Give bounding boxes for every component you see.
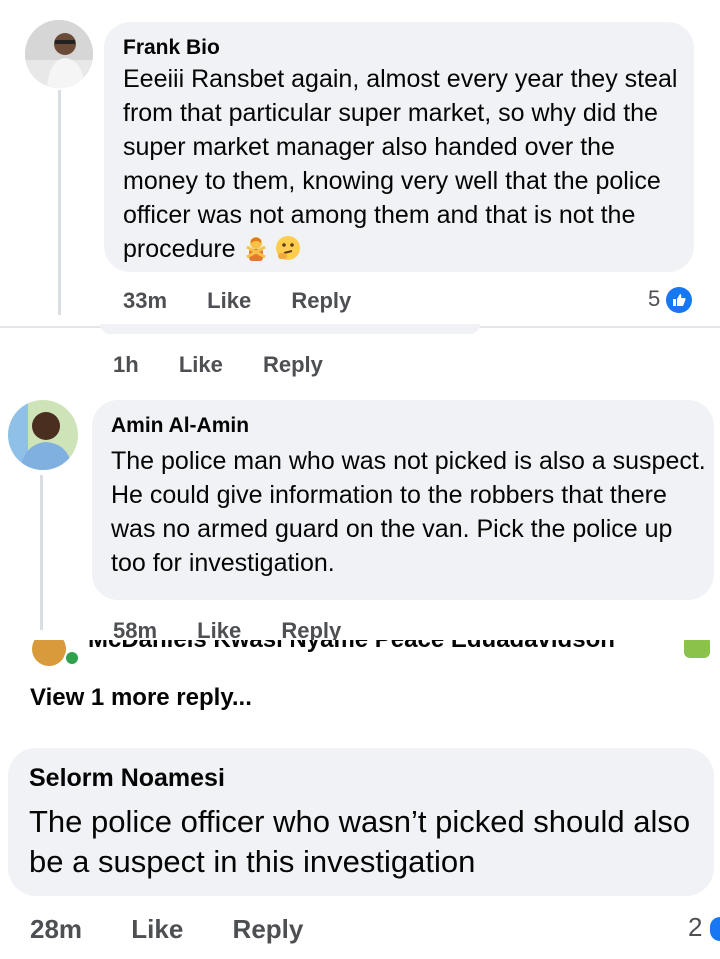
comment-author[interactable]: Frank Bio (123, 36, 220, 60)
like-button[interactable]: Like (197, 618, 241, 640)
reply-button[interactable]: Reply (291, 288, 351, 313)
comment-actions: 58m Like Reply (113, 618, 375, 640)
reply-button[interactable]: Reply (233, 914, 304, 944)
comment-bubble-amin[interactable]: Amin Al-Amin The police man who was not … (92, 400, 714, 600)
like-badge-icon (709, 917, 720, 942)
comment-author[interactable]: Amin Al-Amin (111, 414, 249, 438)
avatar-frank-bio[interactable] (25, 20, 93, 88)
online-status-dot (64, 650, 80, 666)
replies-preview-text: McDaniels Kwasi Nyame Peace Eduadavidson (88, 640, 615, 654)
view-more-replies-link[interactable]: View 1 more reply... (30, 684, 252, 712)
comment-text: Eeeiii Ransbet again, almost every year … (123, 65, 678, 263)
comment-actions: 1h Like Reply (113, 352, 357, 378)
comment-timestamp: 58m (113, 618, 158, 640)
thread-line (58, 90, 61, 315)
like-button[interactable]: Like (131, 914, 183, 944)
reply-button[interactable]: Reply (281, 618, 341, 640)
reply-button[interactable]: Reply (263, 352, 323, 377)
comment-bubble-selorm[interactable]: Selorm Noamesi The police officer who wa… (8, 748, 714, 896)
comment-bubble-frank[interactable]: Frank Bio Eeeiii Ransbet again, almost e… (104, 22, 694, 272)
reaction-count[interactable]: 2 (688, 912, 720, 943)
thread-line (40, 475, 43, 630)
comment-timestamp: 1h (113, 352, 139, 377)
thumbs-up-icon (666, 287, 693, 314)
comment-timestamp: 33m (123, 288, 168, 313)
emoji-icon (684, 640, 710, 658)
comment-text: The police officer who wasn’t picked sho… (29, 804, 691, 879)
replies-preview-row[interactable]: McDaniels Kwasi Nyame Peace Eduadavidson (0, 640, 720, 668)
comment-timestamp: 28m (30, 914, 83, 944)
comment-actions: 33m Like Reply (123, 288, 385, 314)
comment-actions: 28m Like Reply (30, 914, 337, 945)
like-button[interactable]: Like (207, 288, 251, 313)
thinking-face-emoji-icon (275, 235, 301, 261)
partial-bubble-edge (100, 324, 480, 334)
reaction-count[interactable]: 5 (648, 286, 693, 314)
like-button[interactable]: Like (179, 352, 223, 377)
avatar-replier (32, 640, 66, 666)
comment-text: The police man who was not picked is als… (111, 447, 706, 577)
person-gesturing-no-emoji-icon (243, 235, 269, 261)
comment-author[interactable]: Selorm Noamesi (29, 764, 225, 793)
avatar-amin-al-amin[interactable] (8, 400, 78, 470)
